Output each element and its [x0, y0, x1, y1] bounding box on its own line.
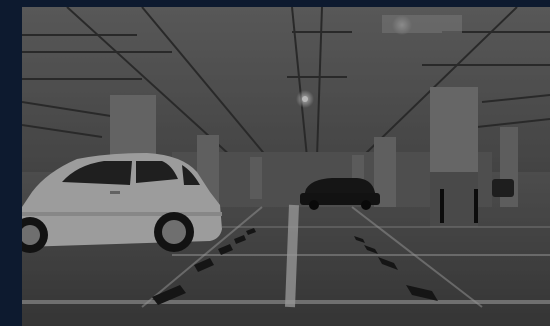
image-frame	[0, 0, 550, 326]
tint-overlay	[22, 7, 550, 326]
parking-garage-illustration	[22, 7, 550, 326]
parking-garage-photo	[22, 7, 550, 326]
